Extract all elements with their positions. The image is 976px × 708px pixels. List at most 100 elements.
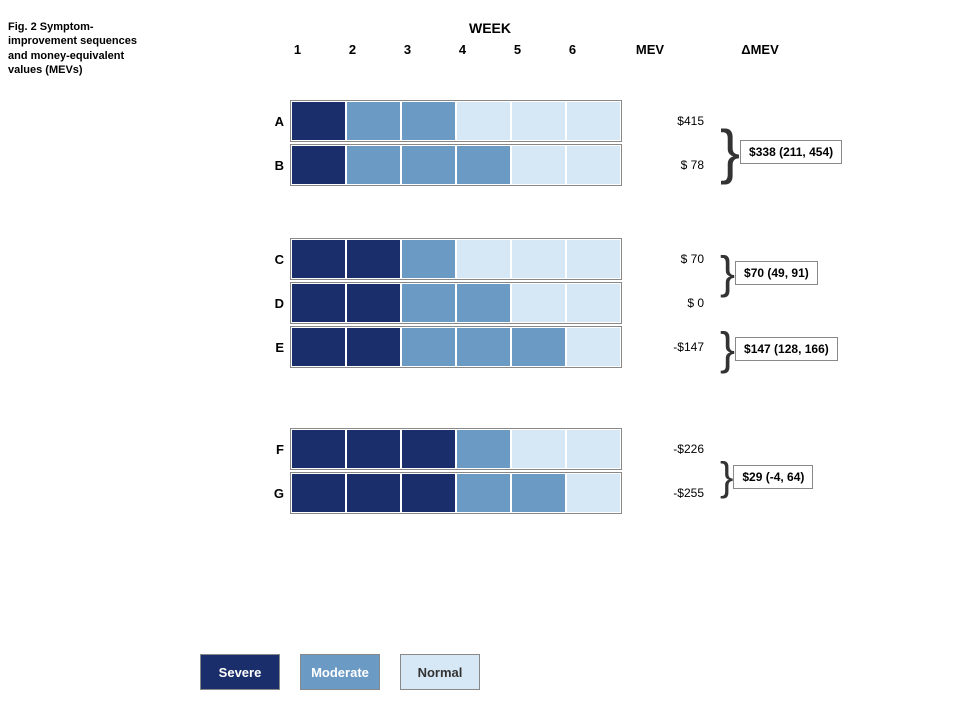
cell-c2 [346, 239, 401, 279]
row-label-g: G [260, 486, 290, 501]
cell-b4 [456, 145, 511, 185]
cell-b6 [566, 145, 621, 185]
brace-de: } $147 (128, 166) [720, 323, 838, 375]
cell-e3 [401, 327, 456, 367]
cell-c5 [511, 239, 566, 279]
cell-g2 [346, 473, 401, 513]
row-a: A $415 [260, 100, 704, 142]
legend-moderate-label: Moderate [311, 665, 369, 680]
row-c: C $ 70 [260, 238, 704, 280]
cell-f2 [346, 429, 401, 469]
col-header-6: 6 [545, 42, 600, 57]
row-b: B $ 78 [260, 144, 704, 186]
mev-header: MEV [610, 42, 690, 57]
cell-e1 [291, 327, 346, 367]
cell-c6 [566, 239, 621, 279]
section-cde: C $ 70 D $ 0 [260, 238, 704, 368]
section-fg: F -$226 G -$255 [260, 428, 704, 514]
legend-normal-label: Normal [418, 665, 463, 680]
cell-d4 [456, 283, 511, 323]
cell-c3 [401, 239, 456, 279]
cell-g3 [401, 473, 456, 513]
brace-de-symbol: } [720, 323, 735, 375]
cell-d3 [401, 283, 456, 323]
brace-fg-symbol: } [720, 457, 733, 497]
cell-f6 [566, 429, 621, 469]
grid-row-a [290, 100, 622, 142]
grid-row-d [290, 282, 622, 324]
cell-c4 [456, 239, 511, 279]
row-e: E -$147 [260, 326, 704, 368]
cell-b2 [346, 145, 401, 185]
col-header-3: 3 [380, 42, 435, 57]
col-header-5: 5 [490, 42, 545, 57]
row-label-f: F [260, 442, 290, 457]
cell-b5 [511, 145, 566, 185]
delta-cd-value: $70 (49, 91) [735, 261, 818, 285]
row-g: G -$255 [260, 472, 704, 514]
row-label-d: D [260, 296, 290, 311]
cell-f4 [456, 429, 511, 469]
mev-f: -$226 [634, 429, 704, 469]
delta-de-value: $147 (128, 166) [735, 337, 838, 361]
cell-f1 [291, 429, 346, 469]
grid-row-b [290, 144, 622, 186]
grid-row-g [290, 472, 622, 514]
cell-g5 [511, 473, 566, 513]
delta-mev-header: ΔMEV [710, 42, 810, 57]
brace-cd: } $70 (49, 91) [720, 248, 818, 298]
cell-d2 [346, 283, 401, 323]
legend: Severe Moderate Normal [200, 654, 480, 690]
cell-d1 [291, 283, 346, 323]
legend-moderate-box: Moderate [300, 654, 380, 690]
cell-b1 [291, 145, 346, 185]
cell-g1 [291, 473, 346, 513]
col-header-2: 2 [325, 42, 380, 57]
brace-ab-symbol: } [720, 122, 740, 182]
mev-a: $415 [634, 101, 704, 141]
section-ab: A $415 B $ 78 [260, 100, 704, 186]
mev-c: $ 70 [634, 239, 704, 279]
grid-row-c [290, 238, 622, 280]
cell-e6 [566, 327, 621, 367]
mev-b: $ 78 [634, 145, 704, 185]
legend-severe-box: Severe [200, 654, 280, 690]
cell-f5 [511, 429, 566, 469]
mev-e: -$147 [634, 327, 704, 367]
col-header-1: 1 [270, 42, 325, 57]
grid-row-e [290, 326, 622, 368]
figure-container: Fig. 2 Symptom-improvement sequences and… [0, 10, 976, 708]
cell-a4 [456, 101, 511, 141]
brace-fg: } $29 (-4, 64) [720, 437, 813, 517]
fig-number: Fig. 2 [8, 21, 37, 33]
row-label-c: C [260, 252, 290, 267]
brace-cd-symbol: } [720, 248, 735, 298]
figure-label: Fig. 2 Symptom-improvement sequences and… [8, 20, 138, 77]
row-label-e: E [260, 340, 290, 355]
cell-a2 [346, 101, 401, 141]
legend-severe: Severe [200, 654, 280, 690]
cell-a1 [291, 101, 346, 141]
cell-e2 [346, 327, 401, 367]
brace-ab: } $338 (211, 454) [720, 112, 842, 192]
cell-a5 [511, 101, 566, 141]
legend-moderate: Moderate [300, 654, 380, 690]
mev-d: $ 0 [634, 283, 704, 323]
week-header: WEEK [320, 20, 660, 36]
cell-a3 [401, 101, 456, 141]
cell-g4 [456, 473, 511, 513]
delta-fg-value: $29 (-4, 64) [733, 465, 813, 489]
cell-e4 [456, 327, 511, 367]
cell-f3 [401, 429, 456, 469]
legend-normal-box: Normal [400, 654, 480, 690]
cell-c1 [291, 239, 346, 279]
cell-a6 [566, 101, 621, 141]
mev-g: -$255 [634, 473, 704, 513]
cell-b3 [401, 145, 456, 185]
grid-row-f [290, 428, 622, 470]
legend-severe-label: Severe [219, 665, 262, 680]
legend-normal: Normal [400, 654, 480, 690]
row-label-a: A [260, 114, 290, 129]
cell-e5 [511, 327, 566, 367]
row-f: F -$226 [260, 428, 704, 470]
